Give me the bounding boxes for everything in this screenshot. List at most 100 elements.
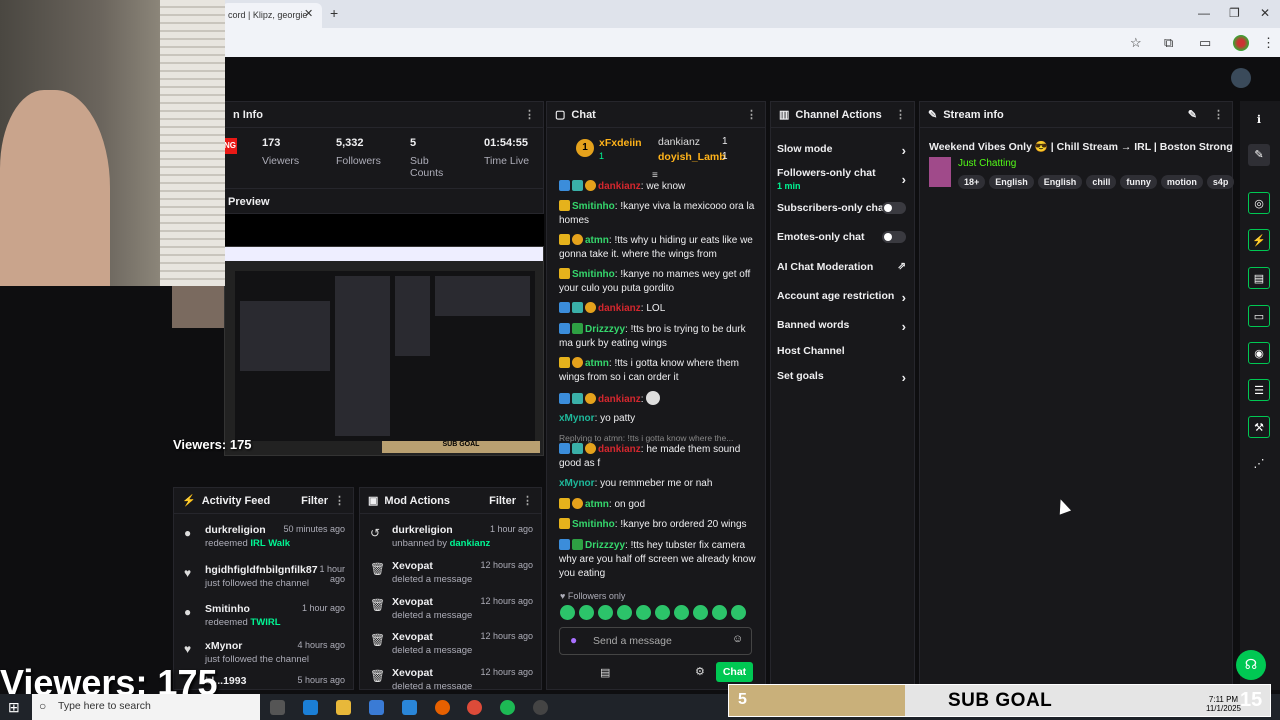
emotes-only-item[interactable]: Emotes-only chat (777, 231, 910, 243)
banned-words-item[interactable]: Banned words › (777, 319, 910, 334)
leaderboard-count: 1 (722, 136, 728, 147)
emote-icon[interactable] (560, 605, 575, 620)
set-goals-item[interactable]: Set goals › (777, 370, 910, 385)
chat-input[interactable]: Send a message (559, 627, 752, 655)
more-icon[interactable]: ⋮ (522, 494, 533, 507)
more-icon[interactable]: ⋮ (524, 108, 535, 121)
list-item: ● durkreligion redeemed IRL Walk 50 minut… (184, 524, 345, 549)
new-tab-button[interactable]: + (330, 5, 338, 21)
followers-only-item[interactable]: Followers-only chat 1 min › (777, 167, 910, 191)
maximize-icon[interactable]: ❐ (1229, 6, 1240, 20)
tag: motion (1160, 175, 1203, 189)
gift-icon[interactable]: ▤ (600, 666, 610, 679)
emotes-only-toggle[interactable] (882, 231, 906, 243)
taskbar-search[interactable]: Type here to search (32, 694, 260, 720)
emote-icon[interactable] (579, 605, 594, 620)
broadcast-icon[interactable]: ◉ (1248, 342, 1270, 364)
list-item: 🗑 Xevopat deleted a message 12 hours ago (370, 631, 533, 656)
slow-mode-item[interactable]: Slow mode › (777, 143, 910, 158)
chat-icon[interactable]: ▭ (1248, 305, 1270, 327)
list-item: 🗑 Xevopat deleted a message 12 hours ago (370, 596, 533, 621)
stream-preview[interactable] (224, 246, 544, 456)
edit-icon[interactable]: ✎ (1188, 108, 1197, 121)
undo-icon: ↺ (370, 526, 381, 540)
help-headset-icon[interactable]: ☊ (1236, 650, 1266, 680)
sub-goal-target: 15 (1240, 689, 1263, 711)
emote-icon[interactable] (693, 605, 708, 620)
extensions-icon[interactable]: ⧉ (1164, 35, 1173, 51)
emote-icon[interactable] (617, 605, 632, 620)
leaderboard-name[interactable]: doyish_Lamb (658, 151, 726, 163)
wrench-icon: ▥ (779, 109, 790, 121)
file-explorer-icon[interactable] (336, 700, 351, 715)
settings-gear-icon[interactable]: ⚙ (695, 665, 705, 678)
share-icon[interactable]: ⋰ (1248, 453, 1270, 475)
user-avatar[interactable] (1231, 68, 1251, 88)
subscribers-only-toggle[interactable] (882, 202, 906, 214)
external-link-icon: ⇗ (897, 261, 906, 272)
profile-avatar[interactable] (1233, 35, 1249, 51)
chevron-right-icon: › (901, 370, 906, 385)
host-channel-item[interactable]: Host Channel (777, 345, 910, 357)
chat-bubble-icon: ▢ (555, 109, 566, 121)
obs-icon[interactable] (533, 700, 548, 715)
task-view-icon[interactable] (270, 700, 285, 715)
emote-icon[interactable] (674, 605, 689, 620)
more-icon[interactable]: ⋮ (334, 494, 345, 507)
document-icon[interactable]: ▤ (1248, 267, 1270, 289)
windows-start-icon[interactable]: ⊞ (8, 699, 20, 716)
chrome-icon[interactable] (467, 700, 482, 715)
browser-menu-icon[interactable]: ⋮ (1262, 35, 1275, 51)
shield-icon: ▣ (368, 495, 379, 507)
firefox-icon[interactable] (435, 700, 450, 715)
close-window-icon[interactable]: ✕ (1260, 6, 1270, 20)
preview-header (224, 188, 544, 214)
emote-icon[interactable] (636, 605, 651, 620)
leaderboard-name[interactable]: dankianz (658, 136, 700, 148)
emote-icon[interactable] (655, 605, 670, 620)
wrench-icon[interactable]: ⚒ (1248, 416, 1270, 438)
more-icon[interactable]: ⋮ (895, 108, 906, 121)
account-age-item[interactable]: Account age restriction › (777, 290, 910, 305)
panel-title: Chat (571, 108, 596, 121)
emote-icon[interactable] (712, 605, 727, 620)
emoji-icon[interactable]: ☺ (732, 633, 743, 645)
redeem-icon: ● (184, 605, 192, 619)
send-chat-button[interactable]: Chat (716, 662, 753, 682)
more-icon[interactable]: ⋮ (1213, 108, 1224, 121)
cast-icon[interactable]: ▭ (1199, 35, 1211, 51)
subcount-stat: 5 Sub Counts (410, 137, 444, 179)
bookmark-star-icon[interactable]: ☆ (1130, 35, 1142, 51)
chat-message: xMynor: yo patty (559, 413, 636, 424)
microphone-icon[interactable]: ● (570, 633, 577, 647)
edge-icon[interactable] (303, 700, 318, 715)
mail-icon[interactable] (402, 700, 417, 715)
more-icon[interactable]: ⋮ (746, 108, 757, 121)
lightning-icon[interactable]: ⚡ (1248, 229, 1270, 251)
category-name[interactable]: Just Chatting (958, 158, 1016, 169)
bolt-icon: ⚡ (182, 495, 196, 507)
emote-icon (646, 391, 661, 405)
chat-message: dankianz: LOL (559, 302, 757, 316)
edit-icon[interactable]: ✎ (1248, 144, 1270, 166)
emote-icon[interactable] (731, 605, 746, 620)
leaderboard-name[interactable]: xFxdeiin (599, 137, 642, 149)
list-icon[interactable]: ☰ (1248, 379, 1270, 401)
leaderboard-count: 1 (599, 151, 605, 161)
info-icon[interactable]: ℹ (1248, 109, 1270, 131)
camera-icon[interactable]: ◎ (1248, 192, 1270, 214)
store-icon[interactable] (369, 700, 384, 715)
filter-button[interactable]: Filter (489, 495, 516, 507)
list-item: 🗑 Xevopat deleted a message 12 hours ago (370, 560, 533, 585)
subscribers-only-item[interactable]: Subscribers-only chat (777, 202, 910, 214)
heart-icon: ♥ (560, 591, 568, 601)
emote-bar[interactable] (560, 605, 755, 621)
panel-title: Channel Actions (795, 108, 882, 121)
emote-icon[interactable] (598, 605, 613, 620)
filter-button[interactable]: Filter (301, 495, 328, 507)
spotify-icon[interactable] (500, 700, 515, 715)
tab-close-icon[interactable]: ✕ (304, 7, 313, 20)
panel-title: Stream info (943, 108, 1004, 121)
minimize-icon[interactable]: — (1198, 6, 1210, 20)
ai-moderation-item[interactable]: AI Chat Moderation ⇗ (777, 261, 910, 273)
